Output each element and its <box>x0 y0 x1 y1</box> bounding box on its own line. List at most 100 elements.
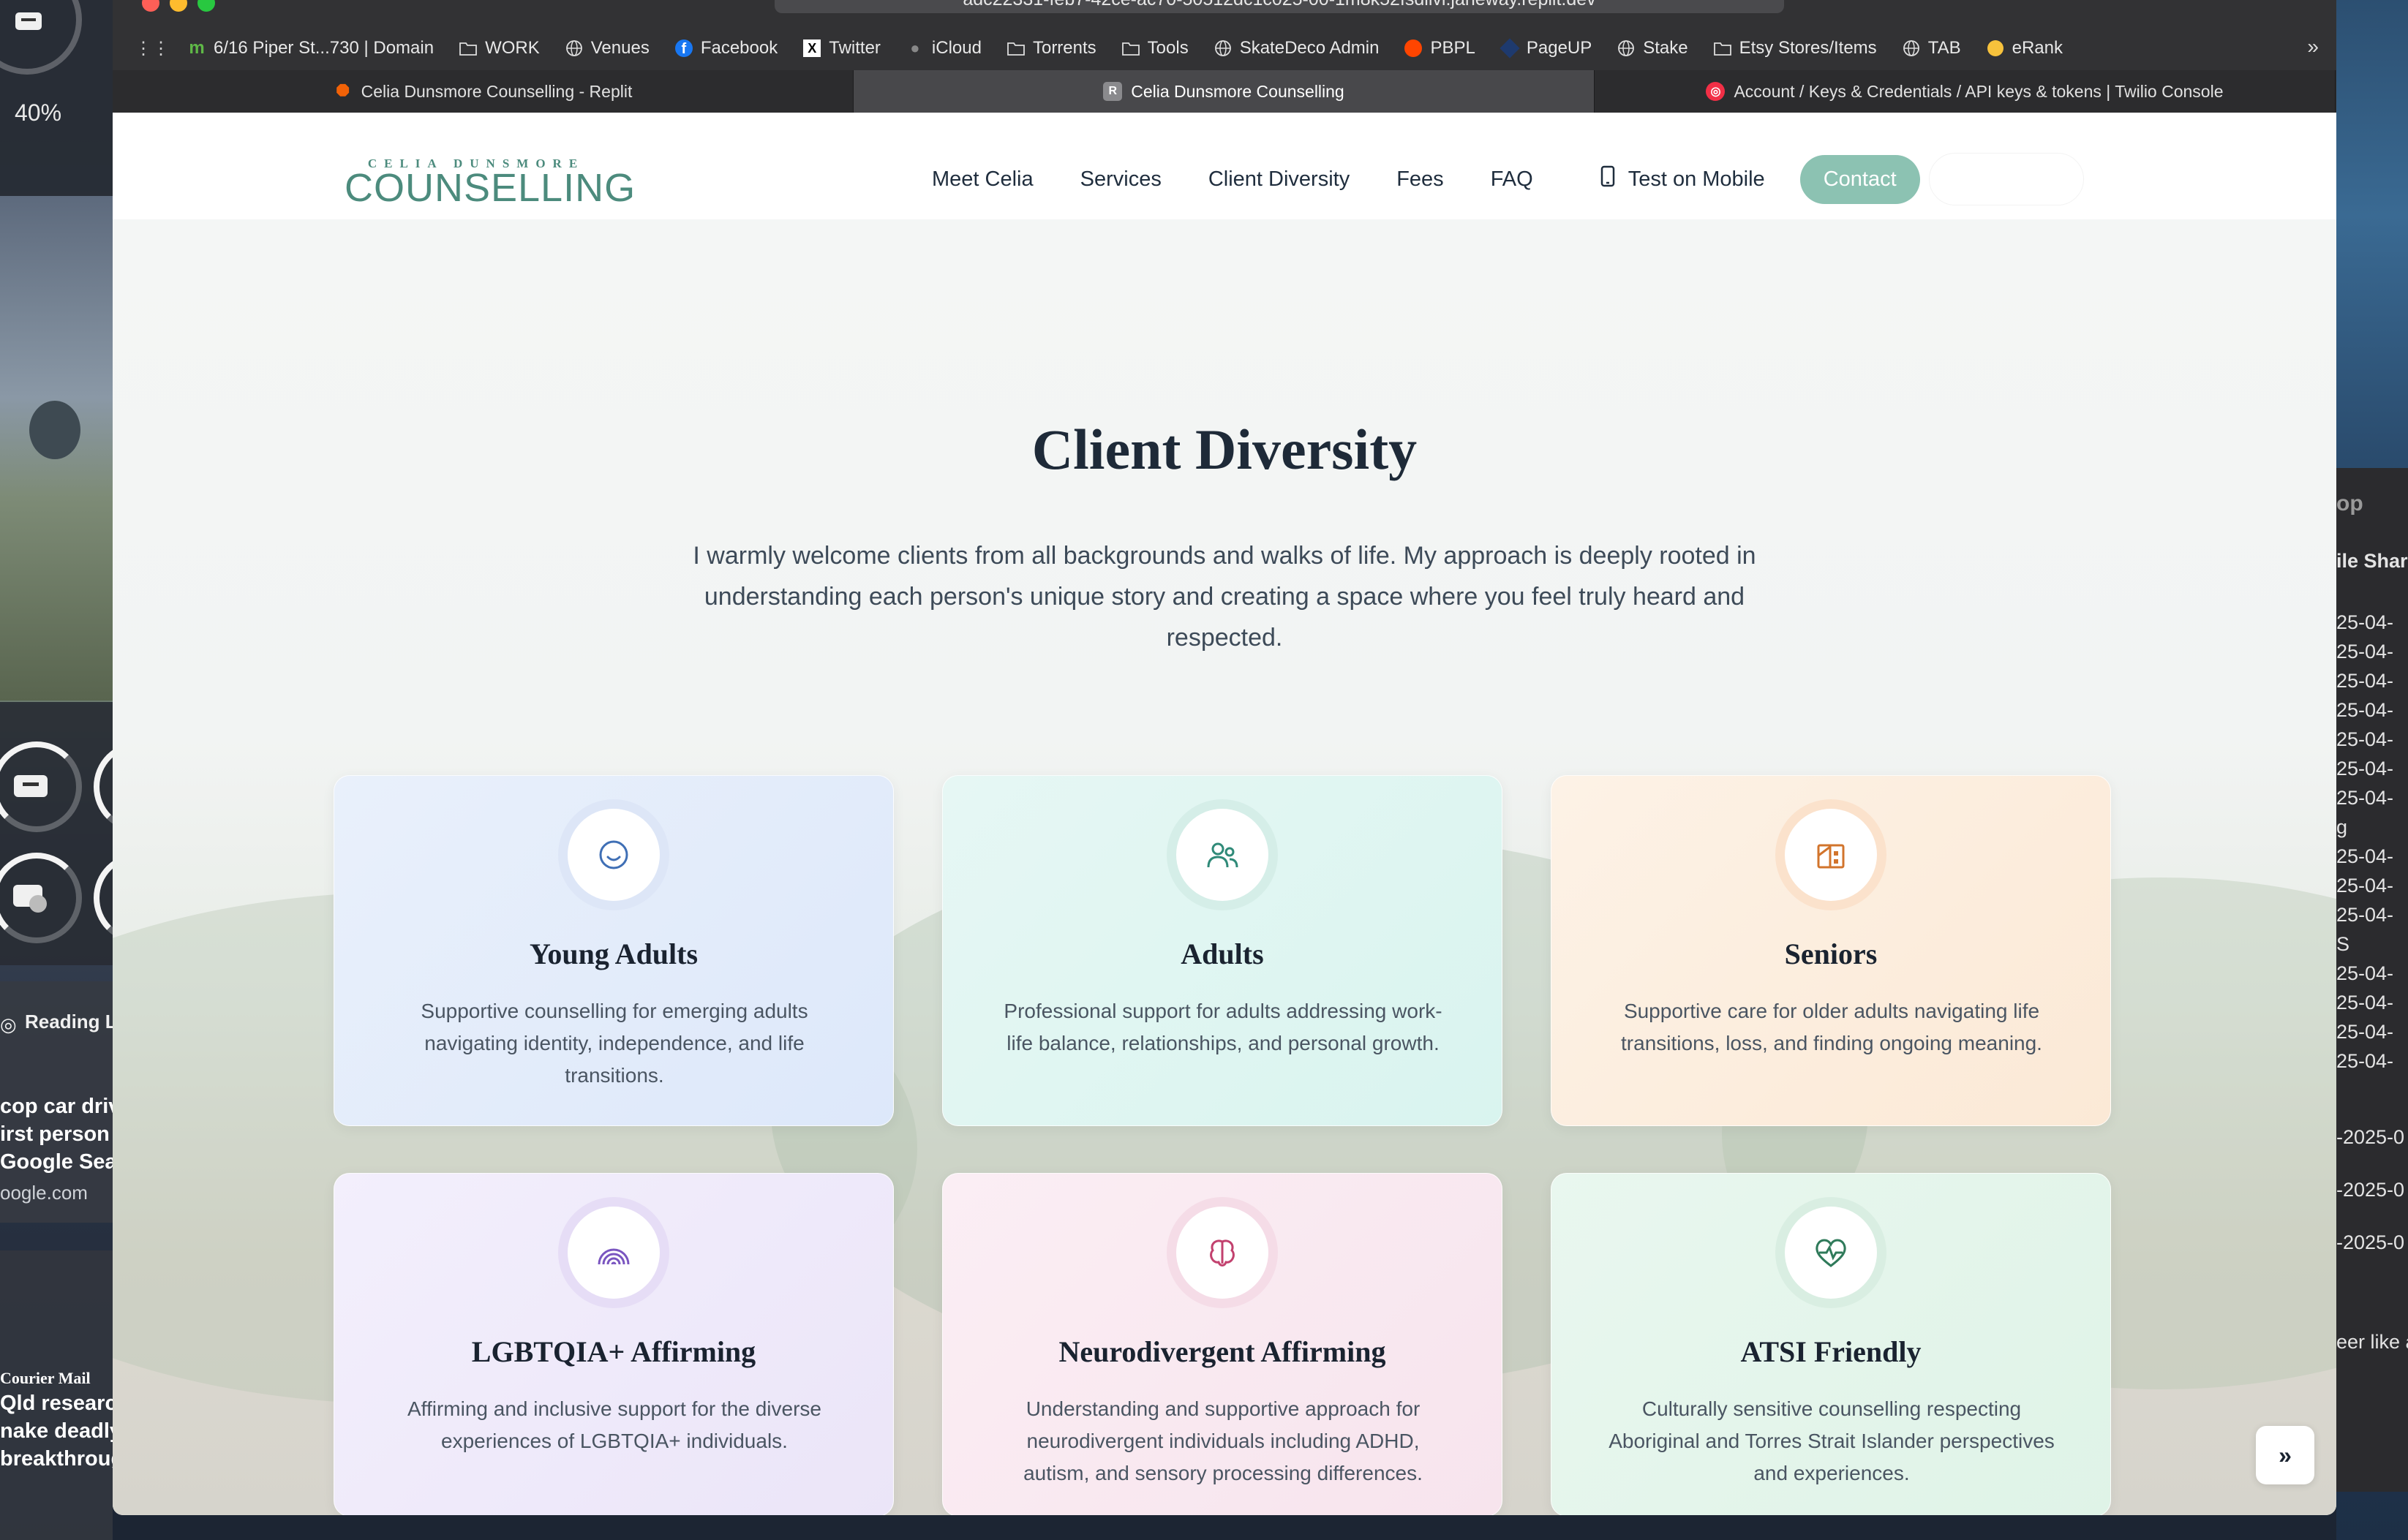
panel-row: 25-04- <box>2336 845 2394 867</box>
panel-row: -2025-0 <box>2336 1179 2405 1201</box>
news-source: oogle.com <box>0 1182 88 1204</box>
bookmark-item[interactable]: ● iCloud <box>906 38 982 58</box>
bookmark-label: Etsy Stores/Items <box>1739 38 1877 58</box>
nav-link-fees[interactable]: Fees <box>1396 167 1443 192</box>
tab-strip: ⯃ Celia Dunsmore Counselling - Replit R Cel… <box>113 70 2336 113</box>
tree-shape <box>29 401 80 459</box>
panel-row: 25-04- <box>2336 758 2394 780</box>
expand-button[interactable]: » <box>2256 1426 2314 1484</box>
panel-row: 25-04- <box>2336 992 2394 1014</box>
bookmark-label: Facebook <box>700 38 778 58</box>
bookmark-item[interactable]: Torrents <box>1007 38 1096 58</box>
bookmark-item[interactable]: Stake <box>1617 38 1688 58</box>
card-title: Neurodivergent Affirming <box>1058 1335 1386 1368</box>
browser-tab[interactable]: R Celia Dunsmore Counselling <box>854 70 1595 113</box>
battery-widget: 40% <box>0 0 113 196</box>
bookmark-item[interactable]: PBPL <box>1404 38 1475 58</box>
card-description: Professional support for adults addressi… <box>1004 1000 1442 1054</box>
card-description: Supportive counselling for emerging adul… <box>421 1000 808 1087</box>
close-window-button[interactable] <box>142 0 159 12</box>
bookmark-item[interactable]: PageUP <box>1500 38 1592 58</box>
card-description: Supportive care for older adults navigat… <box>1621 1000 2042 1054</box>
bookmark-label: Venues <box>590 38 650 58</box>
panel-row: 25-04- <box>2336 1021 2394 1043</box>
bookmark-item[interactable]: Venues <box>565 38 650 58</box>
news-widget[interactable]: Courier Mail Qld research nake deadly br… <box>0 1250 137 1540</box>
news-brand: Courier Mail <box>0 1369 91 1387</box>
folder-icon <box>1713 39 1732 58</box>
panel-row: 25-04- <box>2336 670 2394 692</box>
bookmark-item[interactable]: X Twitter <box>802 38 881 58</box>
replit-icon: ⯃ <box>336 82 350 100</box>
smile-icon <box>568 809 660 901</box>
reading-list-widget[interactable]: ◎ Reading L cop car driv irst person Goo… <box>0 981 125 1223</box>
panel-row: 25-04- <box>2336 641 2394 663</box>
card-description: Affirming and inclusive support for the … <box>407 1397 821 1452</box>
bookmark-item[interactable]: TAB <box>1902 38 1961 58</box>
bookmark-label: eRank <box>2012 38 2063 58</box>
card-young-adults: Young Adults Supportive counselling for e… <box>334 775 894 1126</box>
contact-button[interactable]: Contact <box>1799 154 1920 204</box>
browser-tab[interactable]: ⯃ Celia Dunsmore Counselling - Replit <box>113 70 854 113</box>
bookmark-label: Twitter <box>829 38 881 58</box>
globe-icon <box>565 39 584 58</box>
panel-row: g <box>2336 816 2348 838</box>
bookmark-item[interactable]: f Facebook <box>674 38 778 58</box>
bookmark-item[interactable]: eRank <box>1986 38 2063 58</box>
minimize-window-button[interactable] <box>170 0 187 12</box>
panel-title: op <box>2336 491 2363 516</box>
panel-row: S <box>2336 933 2350 955</box>
x-icon: X <box>802 39 821 58</box>
card-description: Understanding and supportive approach fo… <box>1023 1397 1423 1484</box>
card-adults: Adults Professional support for adults ad… <box>942 775 1502 1126</box>
news-headline-line: cop car driv <box>0 1095 121 1118</box>
address-bar[interactable]: adc22331-feb7-42ce-ac70-50512dc1c025-00-… <box>775 0 1784 13</box>
reading-list-label: Reading L <box>25 1011 117 1033</box>
news-headline-line: irst person <box>0 1122 110 1146</box>
r-icon: R <box>1103 82 1123 101</box>
card-icon-ring <box>558 799 669 910</box>
panel-subtitle: ile Shari <box>2336 550 2408 572</box>
bookmark-item[interactable]: SkateDeco Admin <box>1214 38 1379 58</box>
section-title: Client Diversity <box>1031 418 1418 481</box>
panel-row: -2025-0 <box>2336 1126 2405 1148</box>
panel-row: -2025-0 <box>2336 1231 2405 1253</box>
nav-link-faq[interactable]: FAQ <box>1491 167 1533 192</box>
nav-link-client-diversity[interactable]: Client Diversity <box>1208 167 1350 192</box>
card-icon-ring <box>1167 1197 1278 1308</box>
grid-icon[interactable]: ⋮⋮ <box>135 38 170 59</box>
nav-link-services[interactable]: Services <box>1080 167 1162 192</box>
card-description: Culturally sensitive counselling respect… <box>1609 1397 2055 1484</box>
folder-icon <box>459 39 478 58</box>
zoom-window-button[interactable] <box>197 0 215 12</box>
globe-icon <box>1214 39 1233 58</box>
brain-icon <box>1176 1207 1268 1299</box>
bookmark-item[interactable]: m 6/16 Piper St...730 | Domain <box>187 38 434 58</box>
bookmark-item[interactable]: Tools <box>1121 38 1189 58</box>
bookmark-item[interactable]: WORK <box>459 38 540 58</box>
browser-tab[interactable]: ◎ Account / Keys & Credentials / API keys… <box>1595 70 2336 113</box>
site-header: CELIA DUNSMORE COUNSELLING Meet Celia Ser… <box>113 113 2336 221</box>
logo-wordmark: COUNSELLING <box>345 166 636 210</box>
card-neurodivergent-affirming: Neurodivergent Affirming Understanding an… <box>942 1173 1502 1515</box>
card-title: LGBTQIA+ Affirming <box>471 1335 756 1368</box>
rainbow-icon <box>568 1207 660 1299</box>
bookmarks-overflow-icon[interactable]: » <box>2307 35 2319 58</box>
test-on-mobile-button[interactable]: Test on Mobile <box>1600 165 1765 193</box>
site-logo[interactable]: CELIA DUNSMORE COUNSELLING <box>345 156 636 210</box>
background-app-window: op ile Shari 25-04- 25-04- 25-04- 25-04- 25-… <box>2336 468 2408 1492</box>
panel-row: 25-04- <box>2336 611 2394 633</box>
laptop-icon <box>13 10 44 35</box>
reddit-icon <box>1404 39 1423 58</box>
battery-percentage: 40% <box>15 99 62 126</box>
pageup-icon <box>1500 38 1520 58</box>
laptop-icon-2 <box>10 772 51 801</box>
users-icon <box>1176 809 1268 901</box>
bookmark-item[interactable]: Etsy Stores/Items <box>1713 38 1877 58</box>
nav-link-meet-celia[interactable]: Meet Celia <box>932 167 1034 192</box>
card-icon-ring <box>1775 1197 1886 1308</box>
facebook-icon: f <box>674 39 693 58</box>
bookmark-label: Stake <box>1643 38 1688 58</box>
bookmark-label: 6/16 Piper St...730 | Domain <box>214 38 434 58</box>
panel-footer: eer like a <box>2336 1331 2408 1353</box>
